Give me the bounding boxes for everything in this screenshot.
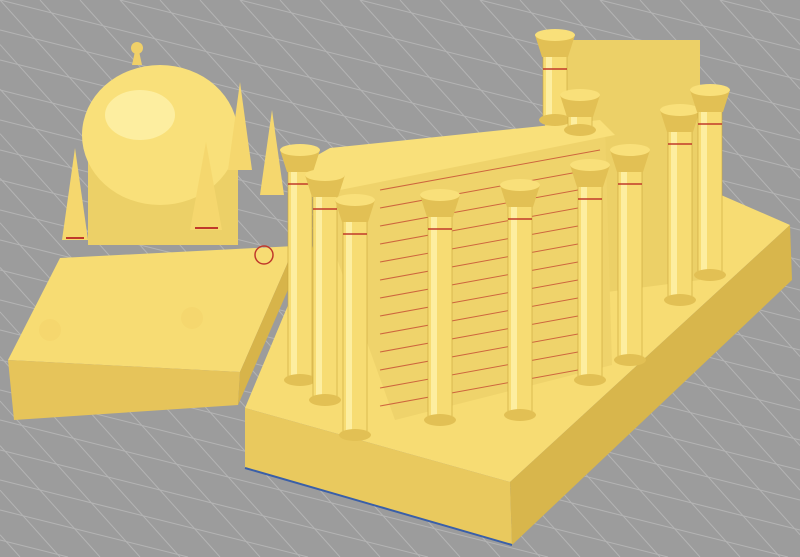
grid-line — [0, 534, 21, 557]
grid-line — [0, 400, 141, 557]
grid-line — [719, 0, 800, 90]
grid-line — [0, 539, 69, 557]
domed-building-model[interactable] — [8, 42, 300, 420]
small-dome-right — [181, 307, 203, 329]
dome-highlight — [105, 90, 175, 140]
grid-line — [759, 0, 800, 45]
scene-canvas[interactable] — [0, 0, 800, 557]
dome-finial — [131, 42, 143, 54]
grid-line — [0, 479, 309, 557]
small-dome-left — [39, 319, 61, 341]
column — [560, 89, 600, 136]
colonnade-temple-model[interactable] — [244, 29, 792, 546]
3d-viewport[interactable] — [0, 0, 800, 557]
grid-line — [0, 489, 61, 557]
grid-line — [719, 0, 800, 21]
